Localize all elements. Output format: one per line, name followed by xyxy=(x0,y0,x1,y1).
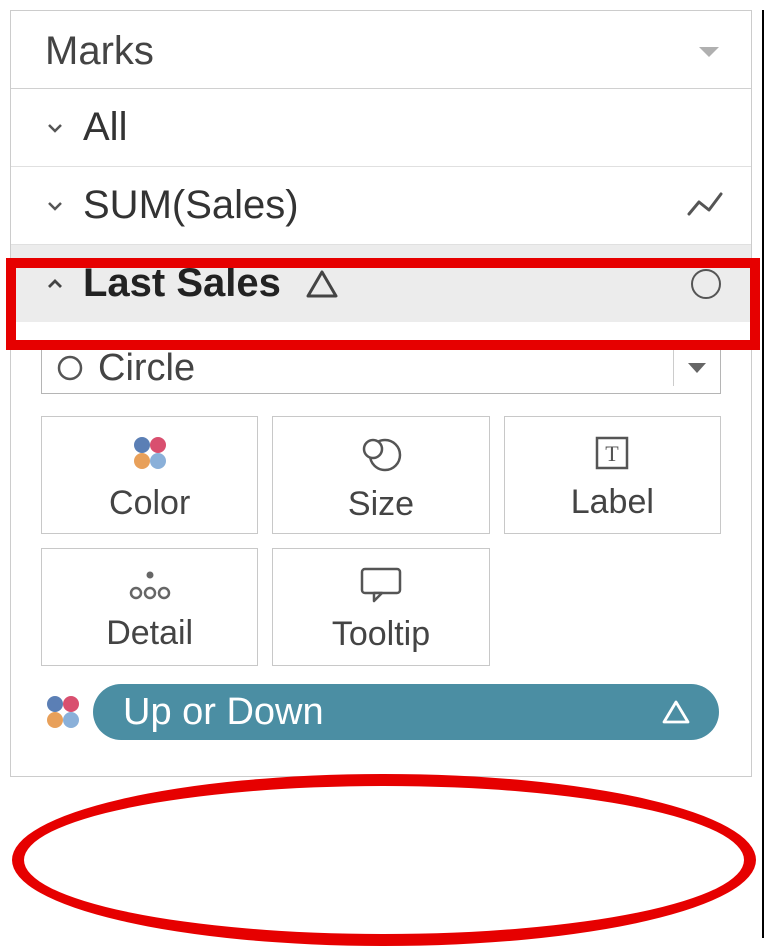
size-tile[interactable]: Size xyxy=(272,416,489,534)
up-or-down-pill[interactable]: Up or Down xyxy=(93,684,719,740)
tooltip-tile[interactable]: Tooltip xyxy=(272,548,489,666)
panel-title: Marks xyxy=(45,29,154,74)
row-label: Last Sales xyxy=(83,261,281,306)
row-label: All xyxy=(83,105,727,150)
detail-icon xyxy=(126,565,174,604)
marks-row-last-sales[interactable]: Last Sales xyxy=(11,245,751,322)
circle-icon xyxy=(56,354,84,382)
chevron-down-icon xyxy=(45,118,65,138)
pill-label: Up or Down xyxy=(123,691,324,734)
tile-label: Label xyxy=(571,483,654,522)
mark-property-tiles: Color Size T Label xyxy=(41,416,721,666)
size-icon xyxy=(357,431,405,475)
color-dots-icon xyxy=(129,432,171,474)
tile-label: Color xyxy=(109,484,190,523)
marks-panel-header: Marks xyxy=(11,11,751,89)
tile-label: Tooltip xyxy=(332,615,430,654)
marks-section-body: Circle Color xyxy=(11,322,751,776)
tile-label: Detail xyxy=(106,614,193,653)
row-label: SUM(Sales) xyxy=(83,183,669,228)
delta-icon xyxy=(661,699,691,725)
marks-row-sum-sales[interactable]: SUM(Sales) xyxy=(11,167,751,245)
divider xyxy=(673,350,674,386)
tile-label: Size xyxy=(348,485,414,524)
chevron-down-icon xyxy=(45,196,65,216)
annotation-ellipse xyxy=(12,774,756,946)
circle-icon xyxy=(691,269,721,299)
pill-row: Up or Down xyxy=(41,684,721,740)
panel-menu-caret-icon[interactable] xyxy=(699,47,719,57)
marks-panel: Marks All SUM(Sales) Last Sales xyxy=(10,10,752,777)
window-edge xyxy=(762,10,782,938)
chevron-down-icon xyxy=(688,363,706,373)
color-dots-icon[interactable] xyxy=(43,692,83,732)
line-chart-icon xyxy=(687,188,723,224)
color-tile[interactable]: Color xyxy=(41,416,258,534)
label-tile[interactable]: T Label xyxy=(504,416,721,534)
detail-tile[interactable]: Detail xyxy=(41,548,258,666)
label-text-icon: T xyxy=(592,433,632,473)
svg-text:T: T xyxy=(606,441,620,466)
delta-icon xyxy=(305,269,339,299)
mark-type-label: Circle xyxy=(98,347,673,390)
chevron-up-icon xyxy=(45,274,65,294)
marks-row-all[interactable]: All xyxy=(11,89,751,167)
mark-type-selector[interactable]: Circle xyxy=(41,342,721,394)
tooltip-icon xyxy=(358,565,404,605)
